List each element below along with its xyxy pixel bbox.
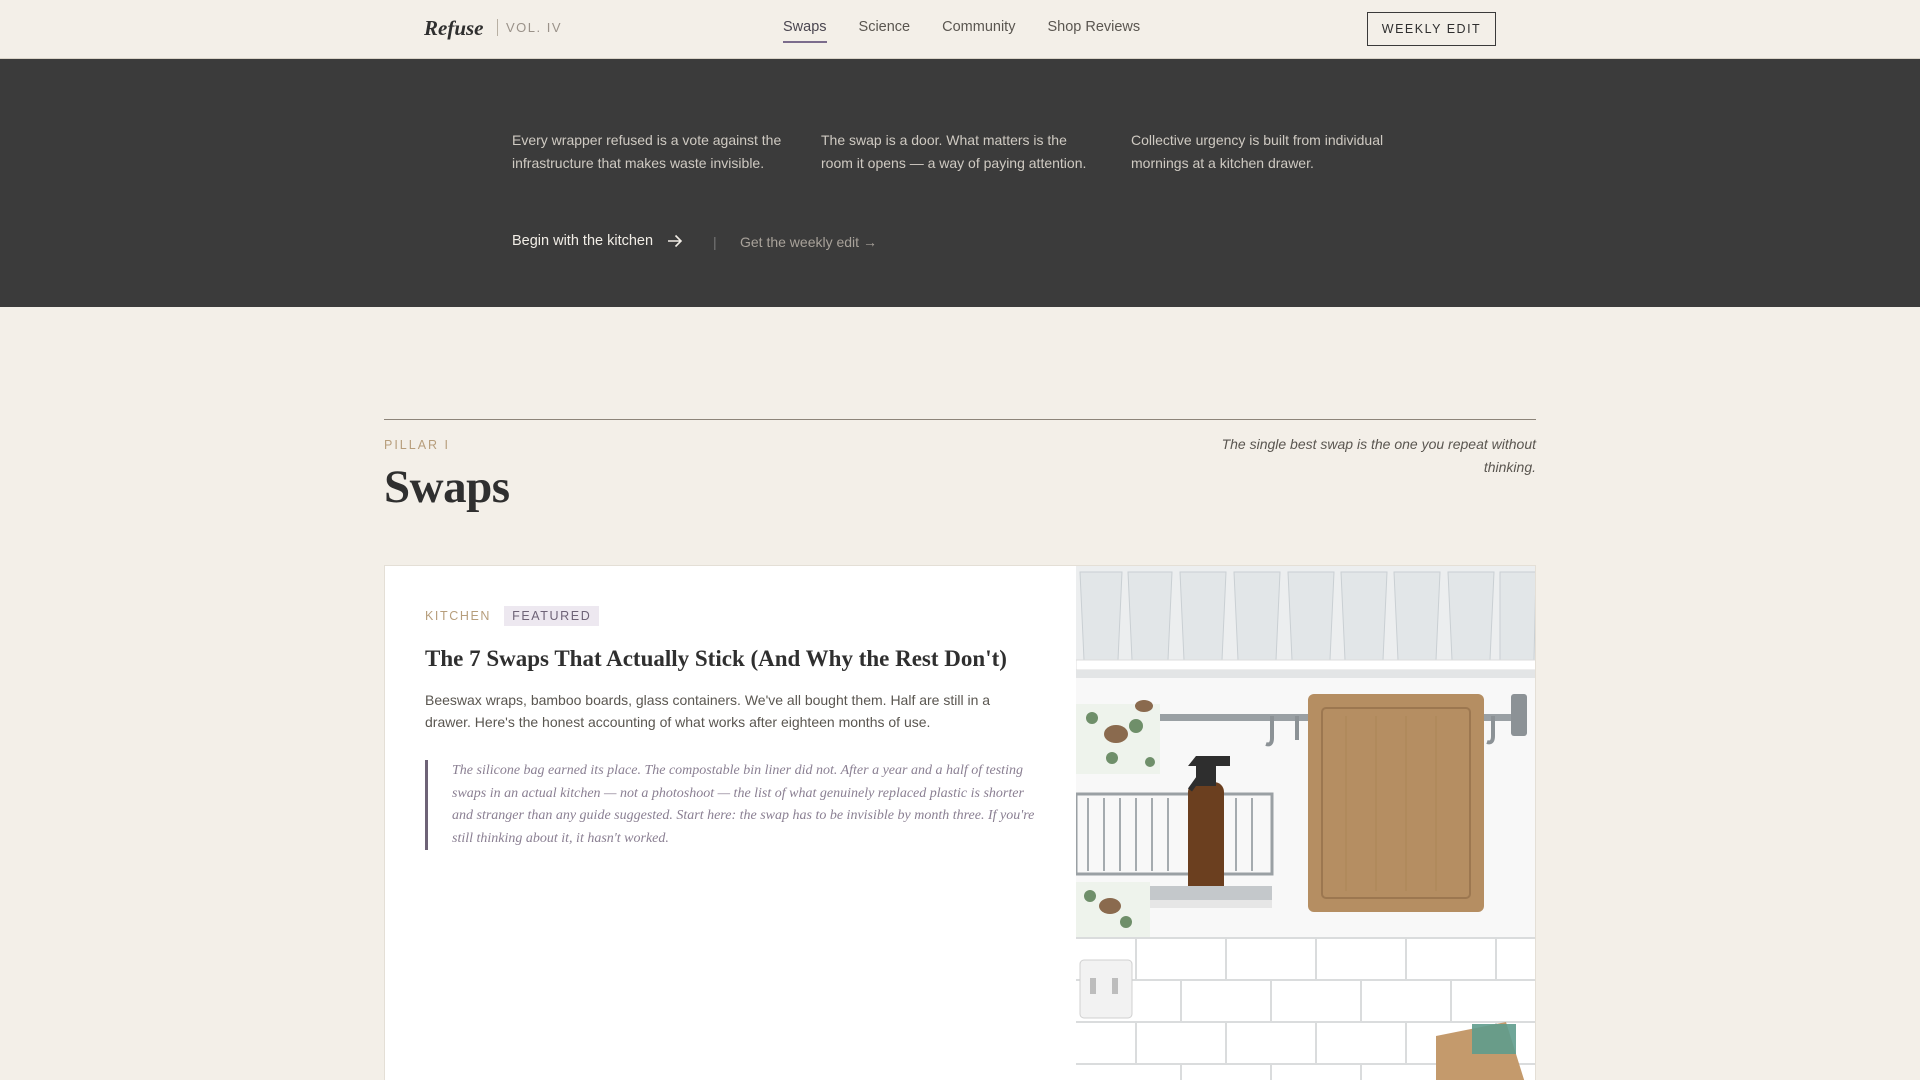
- brand-logo[interactable]: Refuse: [424, 16, 484, 41]
- arrow-right-icon: [668, 234, 683, 248]
- nav-community[interactable]: Community: [942, 19, 1015, 43]
- weekly-edit-link[interactable]: Get the weekly edit →: [740, 234, 877, 250]
- nav-shop-reviews[interactable]: Shop Reviews: [1047, 19, 1140, 43]
- begin-kitchen-label: Begin with the kitchen: [512, 233, 654, 249]
- featured-badge: FEATURED: [504, 606, 600, 626]
- kitchen-illustration: [1076, 566, 1535, 1080]
- section-eyebrow: PILLAR I: [384, 438, 451, 452]
- category-tag[interactable]: KITCHEN: [425, 609, 491, 623]
- main-nav: Swaps Science Community Shop Reviews: [783, 19, 1172, 43]
- begin-kitchen-link[interactable]: Begin with the kitchen: [512, 233, 683, 249]
- featured-article-card[interactable]: KITCHEN FEATURED The 7 Swaps That Actual…: [384, 565, 1536, 1080]
- weekly-edit-button[interactable]: WEEKLY EDIT: [1367, 12, 1496, 46]
- hero-quote-1: Every wrapper refused is a vote against …: [512, 132, 782, 171]
- article-pullquote: The silicone bag earned its place. The c…: [425, 760, 1037, 850]
- card-tags: KITCHEN FEATURED: [425, 606, 600, 626]
- volume-label: VOL. IV: [497, 19, 562, 36]
- section-title: Swaps: [384, 461, 510, 513]
- nav-science[interactable]: Science: [859, 19, 911, 43]
- hero-band: Every wrapper refused is a vote against …: [0, 59, 1920, 307]
- kitchen-photo: [1076, 566, 1535, 1080]
- article-title[interactable]: The 7 Swaps That Actually Stick (And Why…: [425, 644, 1045, 674]
- section-tagline: The single best swap is the one you repe…: [1221, 436, 1536, 475]
- hero-quote-3: Collective urgency is built from individ…: [1131, 132, 1384, 171]
- nav-swaps[interactable]: Swaps: [783, 19, 827, 43]
- article-description: Beeswax wraps, bamboo boards, glass cont…: [425, 692, 991, 730]
- top-navigation: Refuse VOL. IV Swaps Science Community S…: [0, 0, 1920, 59]
- card-content: KITCHEN FEATURED The 7 Swaps That Actual…: [385, 566, 1076, 1080]
- section-divider: [384, 419, 1536, 420]
- cta-divider: |: [713, 234, 717, 250]
- hero-quote-2: The swap is a door. What matters is the …: [821, 132, 1087, 171]
